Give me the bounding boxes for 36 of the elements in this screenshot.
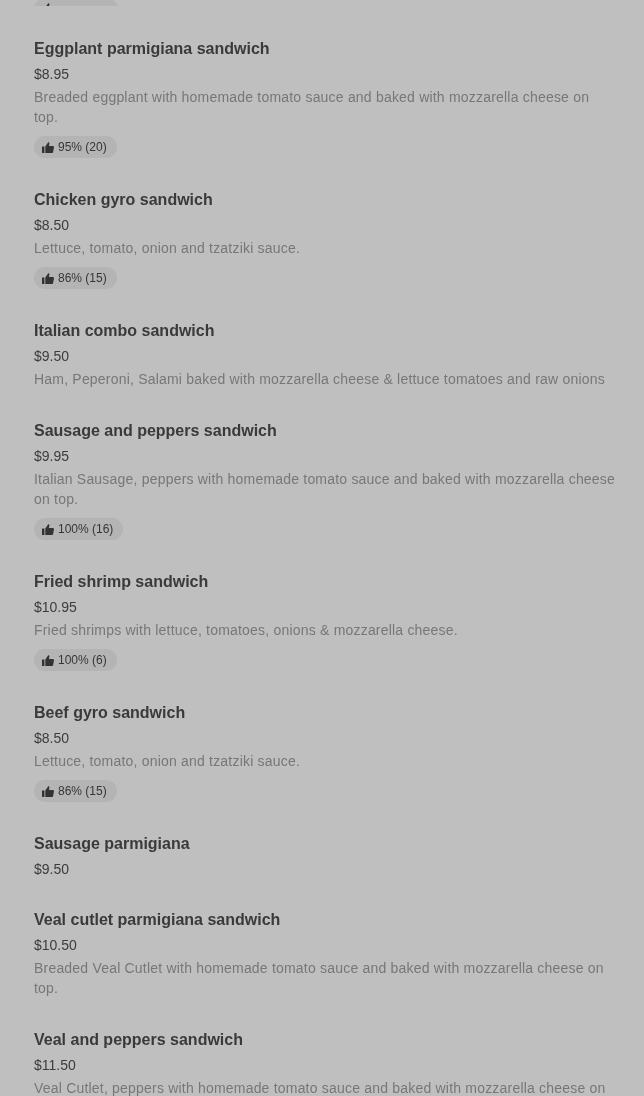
item-description: Breaded Veal Cutlet with homemade tomato sauce and baked with mozzarella cheese on top. [34,959,605,998]
item-description: Veal Cutlet, peppers with homemade tomato sauce and baked with mozzarella cheese on [34,1079,607,1096]
thumbs-up-icon [42,785,54,797]
item-title: Chicken gyro sandwich [34,190,214,210]
item-description: Italian Sausage, peppers with homemade tomato sauce and baked with mozzarella cheese on top. [34,470,616,509]
rating-text: 86% (15) [58,270,107,286]
thumbs-up-icon [42,523,54,535]
item-description: Ham, Peperoni, Salami baked with mozzarella cheese & lettuce tomatoes and raw onions [34,370,606,389]
thumbs-up-icon [42,272,54,284]
item-price: $8.50 [34,729,71,748]
item-description: Fried shrimps with lettuce, tomatoes, onions & mozzarella cheese. [34,621,459,640]
item-description: Breaded eggplant with homemade tomato sauce and baked with mozzarella cheese on top. [34,88,591,127]
rating-text: 86% (15) [58,783,107,799]
item-price: $9.95 [34,447,71,466]
rating-text: 100% (16) [58,521,114,537]
item-price: $8.50 [34,216,71,235]
item-price: $9.50 [34,347,71,366]
item-title: Fried shrimp sandwich [34,572,210,592]
thumbs-up-icon [42,654,54,666]
item-title: Sausage and peppers sandwich [34,421,278,441]
item-price: $8.95 [34,65,71,84]
item-price: $10.95 [34,598,78,617]
item-description: Lettuce, tomato, onion and tzatziki sauce. [34,752,301,771]
item-title: Veal and peppers sandwich [34,1030,244,1050]
item-price: $10.50 [34,936,78,955]
thumbs-up-icon [42,141,54,153]
item-price: $9.50 [34,860,71,879]
rating-text: 95% (20) [58,139,107,155]
item-title: Eggplant parmigiana sandwich [34,39,271,59]
item-description: Lettuce, tomato, onion and tzatziki sauce. [34,239,301,258]
item-title: Beef gyro sandwich [34,703,187,723]
item-title: Veal cutlet parmigiana sandwich [34,910,282,930]
rating-text: 100% (6) [58,652,107,668]
item-title: Sausage parmigiana [34,834,191,854]
item-price: $11.50 [34,1056,77,1075]
item-title: Italian combo sandwich [34,321,216,341]
